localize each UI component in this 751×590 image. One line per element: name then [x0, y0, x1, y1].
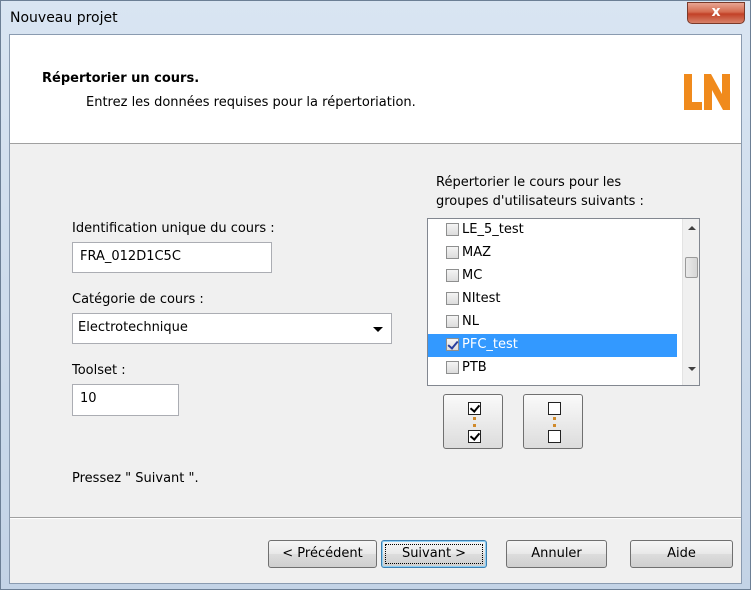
group-checkbox-checked[interactable] — [446, 338, 459, 351]
dotted-connector-icon — [553, 417, 559, 427]
checkbox-checked-icon — [468, 402, 481, 415]
help-label: Aide — [667, 546, 696, 561]
list-scrollbar[interactable] — [682, 219, 699, 385]
scroll-thumb[interactable] — [685, 257, 698, 278]
dotted-connector-icon — [473, 417, 479, 427]
group-label: NL — [462, 314, 479, 329]
category-dropdown[interactable]: Electrotechnique — [72, 313, 392, 344]
chevron-down-icon[interactable] — [373, 327, 383, 332]
close-icon: x — [711, 4, 721, 20]
list-item[interactable]: NL — [428, 311, 677, 334]
course-id-label: Identification unique du cours : — [72, 221, 275, 236]
ln-logo-icon — [684, 74, 730, 110]
group-label: NItest — [462, 291, 501, 306]
groups-label-line2: groupes d'utilisateurs suivants : — [436, 194, 644, 209]
next-label: Suivant > — [401, 546, 467, 561]
group-checkbox[interactable] — [446, 315, 459, 328]
group-checkbox[interactable] — [446, 269, 459, 282]
group-label: PTB — [462, 360, 487, 375]
previous-label: < Précédent — [282, 546, 363, 561]
header-subtitle: Entrez les données requises pour la répe… — [86, 95, 416, 110]
group-label: MC — [462, 268, 483, 283]
wizard-header: Répertorier un cours. Entrez les données… — [10, 35, 741, 144]
user-groups-list[interactable]: LE_5_test MAZ MC NItest NL PFC_test PTB — [427, 218, 700, 386]
scroll-down-icon[interactable] — [688, 367, 696, 371]
group-label: LE_5_test — [462, 222, 524, 237]
category-value: Electrotechnique — [78, 320, 188, 335]
select-all-button[interactable] — [443, 394, 503, 449]
list-item[interactable]: LE_5_test — [428, 219, 677, 242]
group-checkbox[interactable] — [446, 292, 459, 305]
cancel-label: Annuler — [531, 546, 582, 561]
group-label: PFC_test — [462, 337, 518, 352]
cancel-button[interactable]: Annuler — [506, 540, 607, 568]
list-item[interactable]: NItest — [428, 288, 677, 311]
next-button[interactable]: Suivant > — [381, 540, 487, 568]
checkbox-empty-icon — [548, 402, 561, 415]
dialog-window: Nouveau projet x Répertorier un cours. E… — [0, 0, 751, 590]
window-title: Nouveau projet — [10, 10, 118, 26]
title-bar: Nouveau projet x — [1, 1, 750, 34]
hint-text: Pressez " Suivant ". — [72, 471, 199, 486]
groups-label-line1: Répertorier le cours pour les — [436, 175, 622, 190]
list-item[interactable]: PTB — [428, 357, 677, 380]
group-checkbox[interactable] — [446, 246, 459, 259]
checkbox-checked-icon — [468, 430, 481, 443]
scroll-up-icon[interactable] — [688, 226, 696, 230]
group-label: MAZ — [462, 245, 492, 260]
header-title: Répertorier un cours. — [42, 71, 200, 86]
list-item-selected[interactable]: PFC_test — [428, 334, 677, 357]
toolset-label: Toolset : — [72, 363, 126, 378]
dialog-client: Répertorier un cours. Entrez les données… — [9, 34, 742, 584]
checkbox-empty-icon — [548, 430, 561, 443]
category-label: Catégorie de cours : — [72, 292, 204, 307]
previous-button[interactable]: < Précédent — [268, 540, 377, 568]
course-id-field[interactable]: FRA_012D1C5C — [72, 242, 272, 273]
footer-separator — [10, 517, 741, 519]
toolset-field[interactable]: 10 — [72, 384, 179, 416]
help-button[interactable]: Aide — [630, 540, 733, 568]
group-checkbox[interactable] — [446, 223, 459, 236]
list-item[interactable]: MAZ — [428, 242, 677, 265]
group-checkbox[interactable] — [446, 361, 459, 374]
close-button[interactable]: x — [687, 2, 745, 24]
deselect-all-button[interactable] — [523, 394, 583, 449]
list-item[interactable]: MC — [428, 265, 677, 288]
